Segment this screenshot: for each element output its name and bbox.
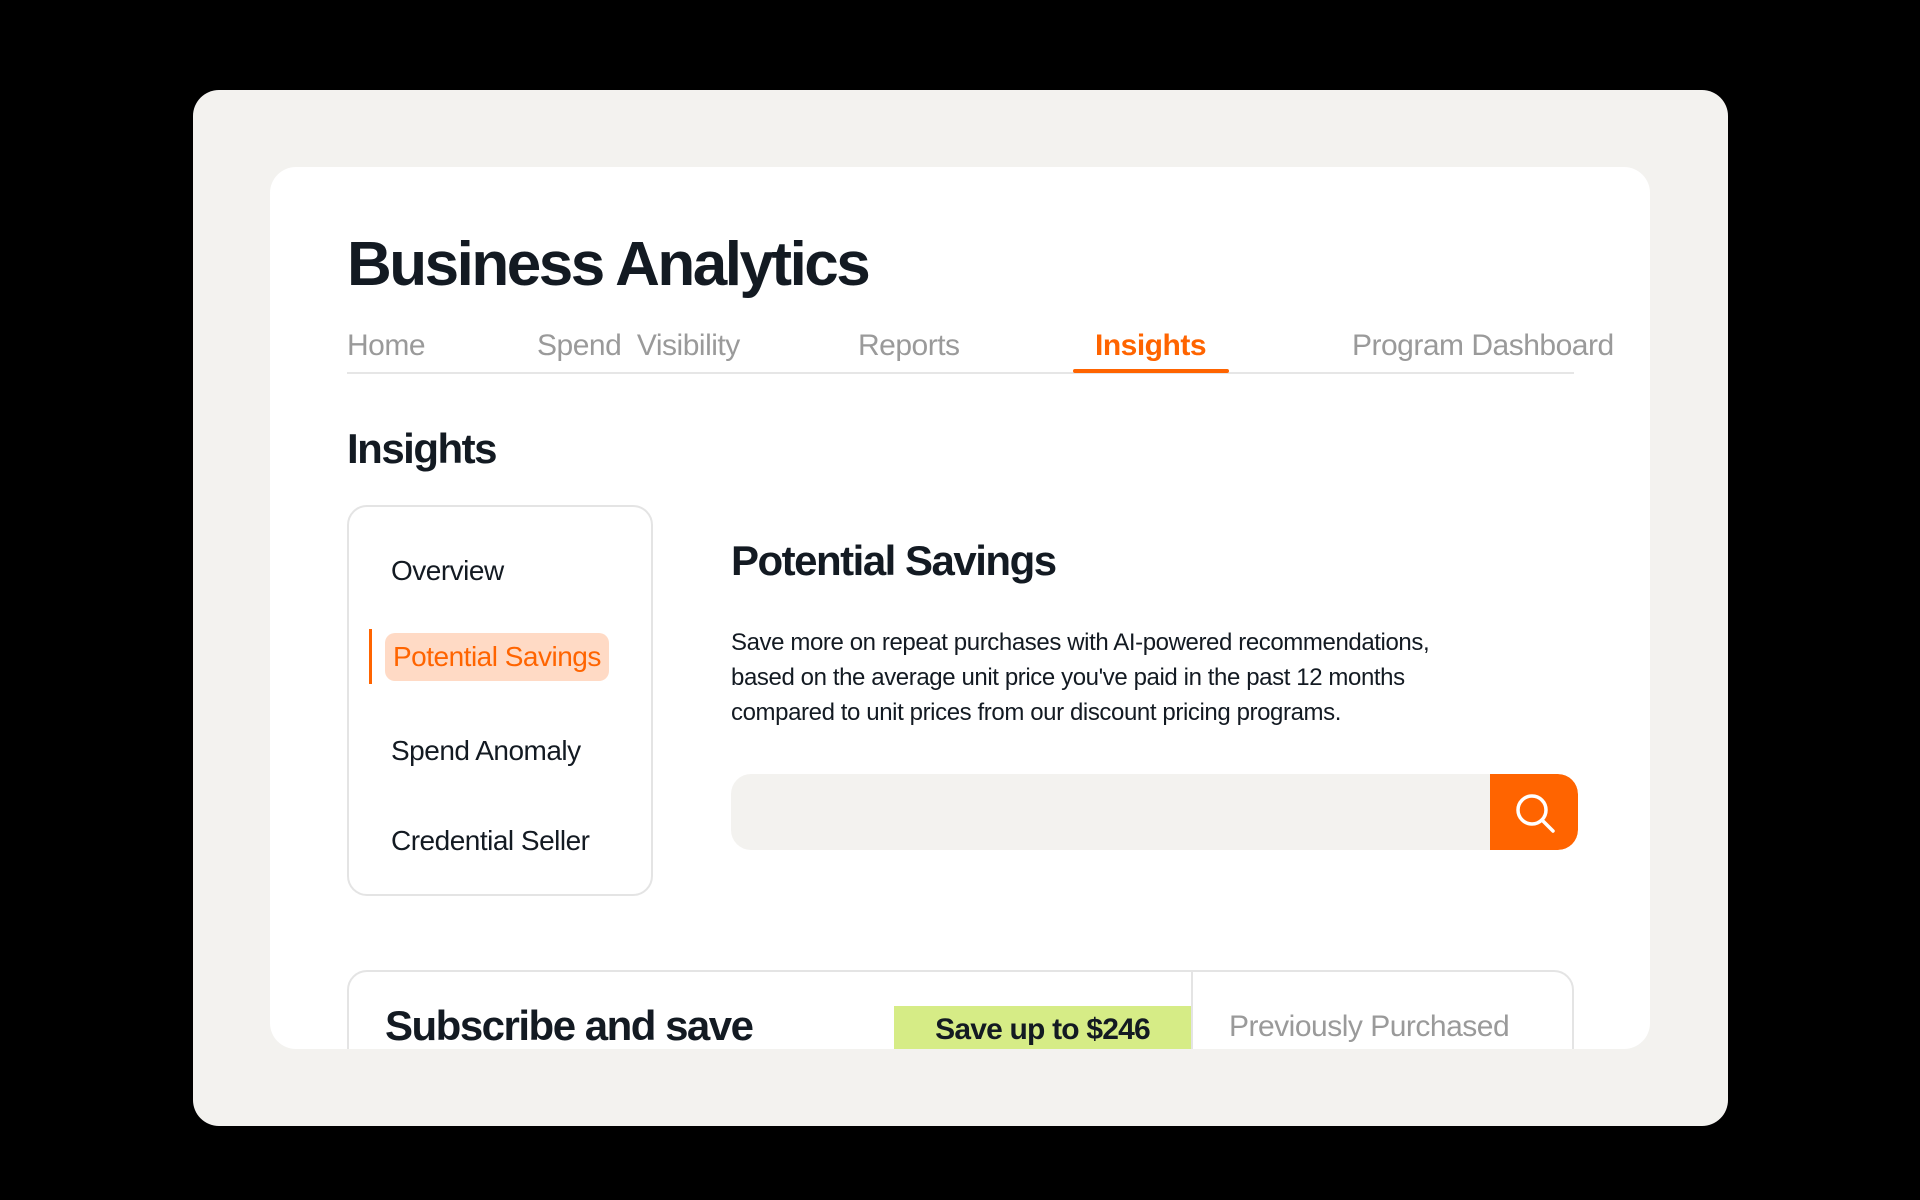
subscribe-title: Subscribe and save xyxy=(385,1002,754,1049)
tab-previously-purchased[interactable]: Previously Purchased xyxy=(1229,1010,1510,1044)
search-input[interactable] xyxy=(731,774,1491,850)
top-tabs: Home Spend Visibility Reports Insights P… xyxy=(347,329,1614,374)
potential-savings-heading: Potential Savings xyxy=(731,537,1057,584)
search-button[interactable] xyxy=(1490,774,1578,850)
sidebar-item-credential-seller[interactable]: Credential Seller xyxy=(391,825,590,857)
tab-program-dashboard[interactable]: Program Dashboard xyxy=(1352,329,1614,363)
sidebar-item-potential-savings[interactable]: Potential Savings xyxy=(385,633,609,681)
tab-spend-visibility[interactable]: Spend Visibility xyxy=(537,329,740,363)
card-divider xyxy=(1191,972,1193,1049)
app-title: Business Analytics xyxy=(347,230,871,299)
potential-savings-description: Save more on repeat purchases with AI-po… xyxy=(731,629,1430,726)
section-title: Insights xyxy=(347,425,498,472)
tab-reports[interactable]: Reports xyxy=(858,329,960,363)
insights-side-nav: Overview Potential Savings Spend Anomaly… xyxy=(347,505,653,896)
tab-insights[interactable]: Insights xyxy=(1095,329,1207,363)
sidebar-item-overview[interactable]: Overview xyxy=(391,555,504,587)
savings-badge: Save up to $246 xyxy=(894,1006,1191,1049)
tab-home[interactable]: Home xyxy=(347,329,426,363)
search-icon xyxy=(1516,794,1555,833)
main-card: Business Analytics Home Spend Visibility… xyxy=(270,167,1650,1049)
subscribe-and-save-card: Subscribe and save Save up to $246 Previ… xyxy=(347,970,1574,1049)
search-bar xyxy=(731,774,1578,850)
active-item-indicator xyxy=(369,629,372,684)
sidebar-item-spend-anomaly[interactable]: Spend Anomaly xyxy=(391,735,581,767)
active-tab-underline xyxy=(1073,369,1229,373)
